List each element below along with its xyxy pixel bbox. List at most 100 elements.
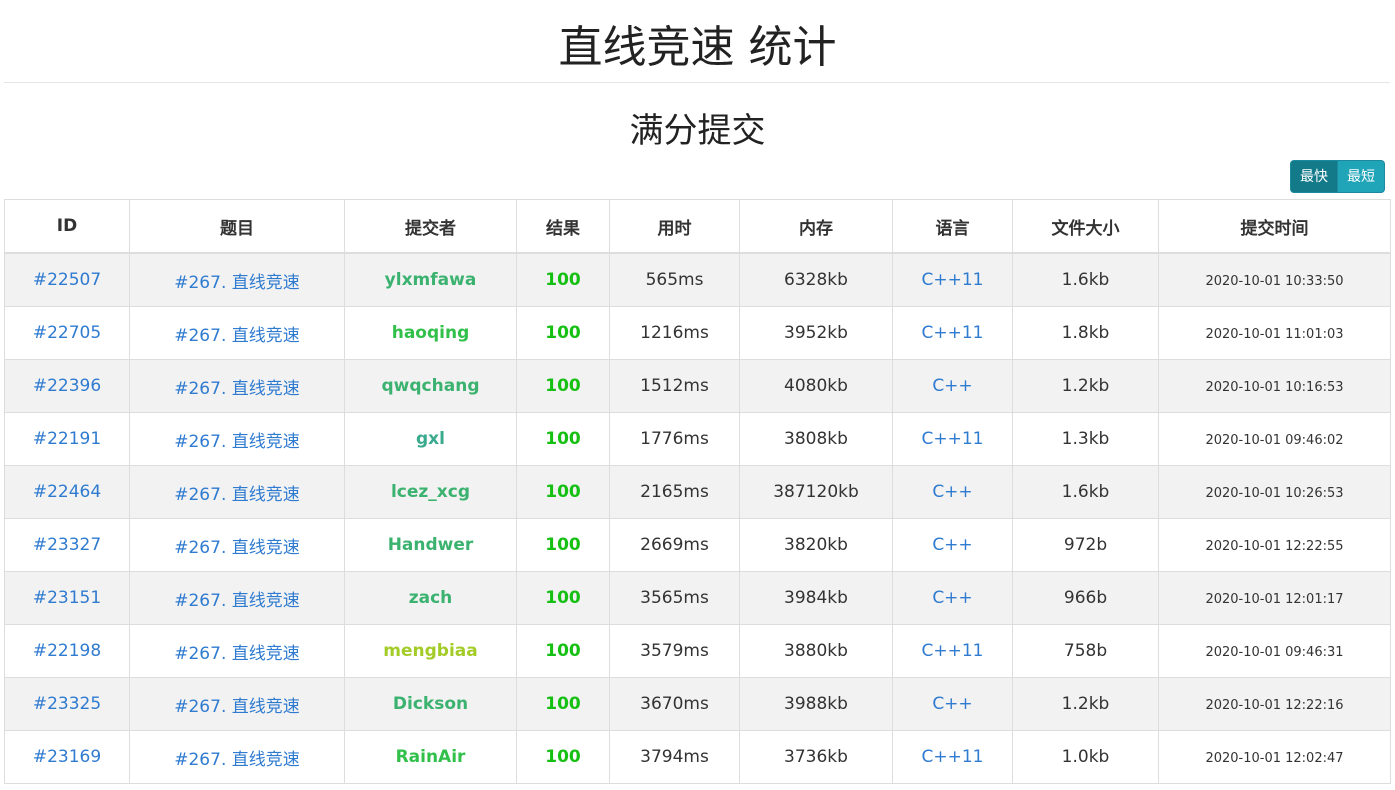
cell-file-size: 1.2kb: [1012, 677, 1159, 731]
result-score[interactable]: 100: [545, 429, 581, 449]
language-link[interactable]: C++11: [922, 323, 984, 343]
submitter-link[interactable]: Handwer: [388, 535, 474, 555]
problem-link[interactable]: #267. 直线竞速: [174, 697, 300, 717]
submission-id-link[interactable]: #22705: [33, 323, 101, 343]
sort-shortest-button[interactable]: 最短: [1338, 160, 1385, 193]
result-score[interactable]: 100: [545, 482, 581, 502]
table-row: #22507 #267. 直线竞速 ylxmfawa 100 565ms 632…: [4, 252, 1391, 307]
cell-language: C++11: [892, 306, 1013, 360]
submit-time-text: 2020-10-01 09:46:02: [1205, 433, 1344, 448]
problem-link[interactable]: #267. 直线竞速: [174, 326, 300, 346]
submitter-link[interactable]: gxl: [416, 429, 445, 449]
language-link[interactable]: C++: [932, 694, 972, 714]
cell-result: 100: [516, 624, 610, 678]
language-link[interactable]: C++: [932, 535, 972, 555]
cell-id: #23325: [4, 677, 130, 731]
problem-link[interactable]: #267. 直线竞速: [174, 538, 300, 558]
cell-result: 100: [516, 252, 610, 307]
submission-id-link[interactable]: #22507: [33, 270, 101, 290]
problem-link[interactable]: #267. 直线竞速: [174, 432, 300, 452]
cell-time: 1512ms: [609, 359, 740, 413]
cell-problem: #267. 直线竞速: [129, 677, 345, 731]
cell-result: 100: [516, 571, 610, 625]
cell-result: 100: [516, 359, 610, 413]
cell-language: C++11: [892, 412, 1013, 466]
result-score[interactable]: 100: [545, 270, 581, 290]
cell-result: 100: [516, 412, 610, 466]
cell-submitter: lcez_xcg: [344, 465, 517, 519]
submission-id-link[interactable]: #23151: [33, 588, 101, 608]
cell-language: C++: [892, 518, 1013, 572]
table-row: #22464 #267. 直线竞速 lcez_xcg 100 2165ms 38…: [4, 465, 1391, 519]
problem-link[interactable]: #267. 直线竞速: [174, 644, 300, 664]
sort-button-group: 最快 最短: [1290, 160, 1385, 193]
submission-id-link[interactable]: #23169: [33, 747, 101, 767]
cell-problem: #267. 直线竞速: [129, 252, 345, 307]
cell-submitter: mengbiaa: [344, 624, 517, 678]
cell-file-size: 1.0kb: [1012, 730, 1159, 784]
sort-fastest-button[interactable]: 最快: [1290, 160, 1338, 193]
submitter-link[interactable]: RainAir: [396, 747, 466, 767]
cell-submitter: qwqchang: [344, 359, 517, 413]
column-header-language: 语言: [892, 199, 1013, 254]
submitter-link[interactable]: haoqing: [392, 323, 470, 343]
problem-link[interactable]: #267. 直线竞速: [174, 750, 300, 770]
cell-file-size: 1.6kb: [1012, 465, 1159, 519]
cell-submitter: RainAir: [344, 730, 517, 784]
language-link[interactable]: C++11: [922, 270, 984, 290]
cell-file-size: 966b: [1012, 571, 1159, 625]
submit-time-text: 2020-10-01 12:01:17: [1205, 592, 1344, 607]
cell-submit-time: 2020-10-01 10:33:50: [1158, 252, 1391, 307]
submitter-link[interactable]: Dickson: [393, 694, 468, 714]
language-link[interactable]: C++: [932, 588, 972, 608]
cell-submitter: Dickson: [344, 677, 517, 731]
cell-file-size: 1.6kb: [1012, 252, 1159, 307]
language-link[interactable]: C++11: [922, 747, 984, 767]
submission-id-link[interactable]: #22464: [33, 482, 101, 502]
result-score[interactable]: 100: [545, 641, 581, 661]
language-link[interactable]: C++: [932, 376, 972, 396]
cell-time: 3579ms: [609, 624, 740, 678]
result-score[interactable]: 100: [545, 323, 581, 343]
problem-link[interactable]: #267. 直线竞速: [174, 379, 300, 399]
cell-id: #22396: [4, 359, 130, 413]
problem-link[interactable]: #267. 直线竞速: [174, 273, 300, 293]
submitter-link[interactable]: lcez_xcg: [391, 482, 470, 502]
cell-submitter: ylxmfawa: [344, 252, 517, 307]
cell-problem: #267. 直线竞速: [129, 624, 345, 678]
language-link[interactable]: C++: [932, 482, 972, 502]
submissions-table: ID 题目 提交者 结果 用时 内存 语言 文件大小 提交时间 #22507 #…: [4, 199, 1391, 784]
submitter-link[interactable]: mengbiaa: [383, 641, 477, 661]
cell-id: #22705: [4, 306, 130, 360]
cell-time: 3565ms: [609, 571, 740, 625]
submission-id-link[interactable]: #22191: [33, 429, 101, 449]
column-header-memory: 内存: [739, 199, 893, 254]
submission-id-link[interactable]: #23325: [33, 694, 101, 714]
cell-submit-time: 2020-10-01 09:46:02: [1158, 412, 1391, 466]
cell-submit-time: 2020-10-01 09:46:31: [1158, 624, 1391, 678]
cell-problem: #267. 直线竞速: [129, 465, 345, 519]
cell-time: 2669ms: [609, 518, 740, 572]
language-link[interactable]: C++11: [922, 429, 984, 449]
cell-memory: 3820kb: [739, 518, 893, 572]
result-score[interactable]: 100: [545, 376, 581, 396]
cell-language: C++11: [892, 624, 1013, 678]
column-header-id: ID: [4, 199, 130, 254]
submitter-link[interactable]: ylxmfawa: [385, 270, 477, 290]
result-score[interactable]: 100: [545, 747, 581, 767]
result-score[interactable]: 100: [545, 694, 581, 714]
cell-result: 100: [516, 465, 610, 519]
submitter-link[interactable]: qwqchang: [382, 376, 480, 396]
column-header-submitter: 提交者: [344, 199, 517, 254]
result-score[interactable]: 100: [545, 535, 581, 555]
submission-id-link[interactable]: #22396: [33, 376, 101, 396]
submission-id-link[interactable]: #23327: [33, 535, 101, 555]
cell-problem: #267. 直线竞速: [129, 518, 345, 572]
result-score[interactable]: 100: [545, 588, 581, 608]
cell-language: C++: [892, 677, 1013, 731]
submission-id-link[interactable]: #22198: [33, 641, 101, 661]
language-link[interactable]: C++11: [922, 641, 984, 661]
problem-link[interactable]: #267. 直线竞速: [174, 485, 300, 505]
problem-link[interactable]: #267. 直线竞速: [174, 591, 300, 611]
submitter-link[interactable]: zach: [409, 588, 453, 608]
